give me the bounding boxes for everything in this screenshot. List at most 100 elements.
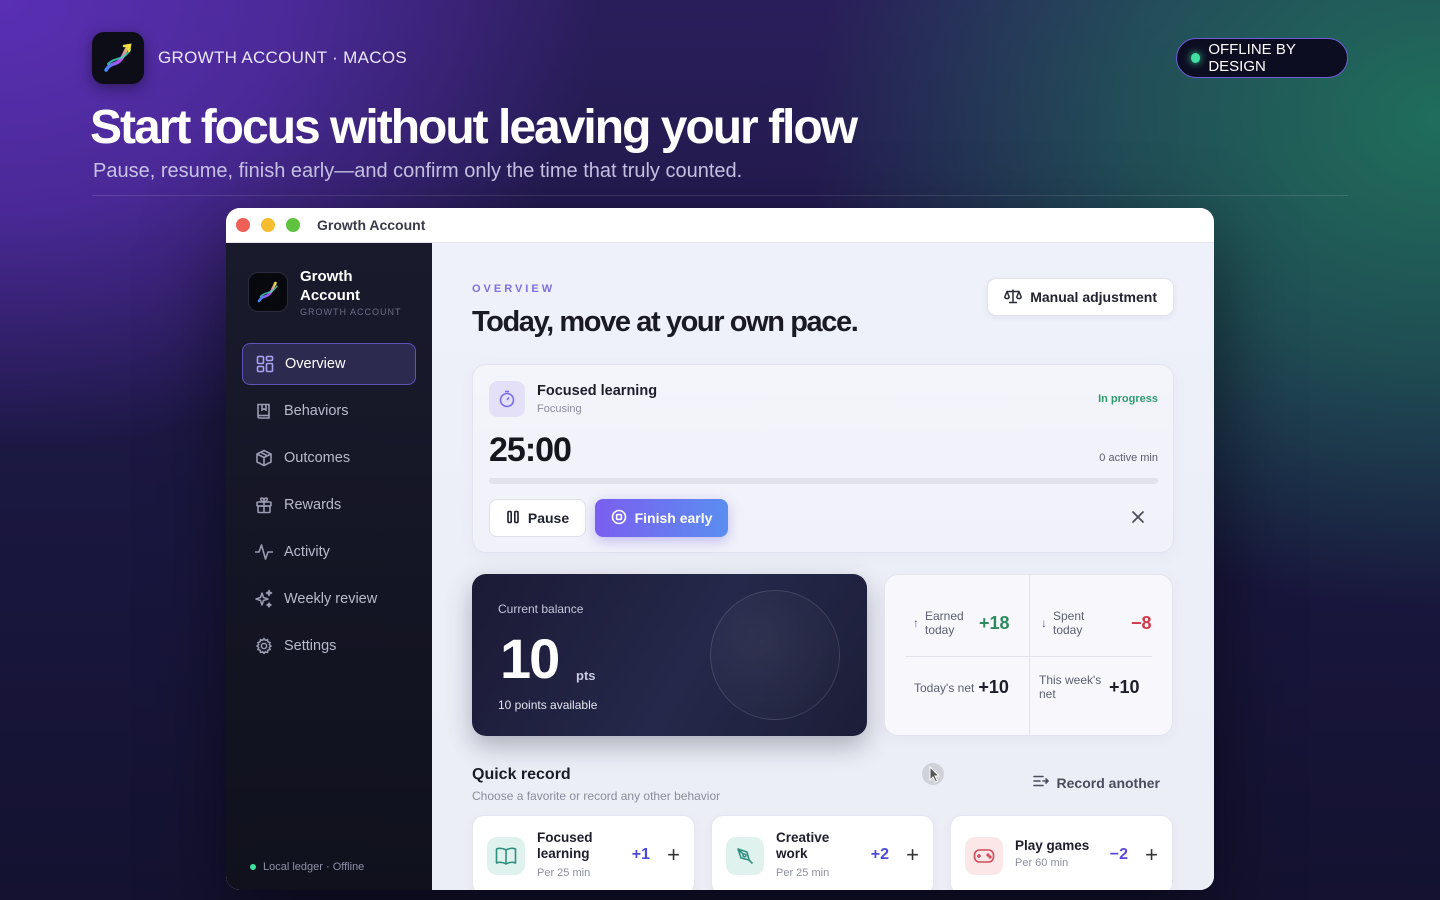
sidebar-item-outcomes[interactable]: Outcomes [242, 437, 416, 479]
main-content: OVERVIEW Today, move at your own pace. M… [432, 243, 1214, 890]
divider [92, 195, 1348, 196]
sidebar-nav: Overview Behaviors Outcomes Rewards Acti… [242, 343, 416, 672]
manual-adjustment-button[interactable]: Manual adjustment [987, 278, 1174, 316]
sidebar-brand: Growth Account GROWTH ACCOUNT [248, 267, 402, 317]
quick-record-subtitle: Choose a favorite or record any other be… [472, 789, 721, 803]
spent-today-value: −8 [1131, 612, 1152, 633]
quick-record-name: Creative work [776, 830, 830, 861]
record-another-label: Record another [1056, 774, 1160, 791]
sidebar-item-label: Behaviors [284, 403, 349, 419]
add-record-button[interactable]: + [667, 841, 680, 869]
gamepad-icon [965, 837, 1003, 875]
sidebar-item-overview[interactable]: Overview [242, 343, 416, 385]
cube-icon [254, 448, 274, 468]
quick-record-card[interactable]: Focused learning Per 25 min +1 + [472, 815, 695, 890]
sidebar-footer: Local ledger · Offline [250, 861, 364, 873]
pause-button[interactable]: Pause [489, 499, 586, 537]
scale-icon [1004, 288, 1023, 307]
focus-progress-bar [489, 478, 1158, 484]
zoom-window-button[interactable] [286, 218, 300, 232]
focus-title: Focused learning [537, 383, 658, 399]
window-titlebar: Growth Account [226, 208, 1214, 243]
quick-record-card[interactable]: Creative work Per 25 min +2 + [711, 815, 934, 890]
timer-icon [489, 381, 525, 417]
hero-title: Start focus without leaving your flow [90, 101, 858, 154]
pen-tool-icon [726, 837, 764, 875]
todays-net-value: +10 [978, 677, 1009, 697]
todays-net-label: Today's net [914, 680, 975, 695]
spent-today-stat: ↓ Spent today −8 [1041, 609, 1152, 637]
divider [1029, 575, 1030, 735]
decorative-circle [710, 590, 840, 720]
finish-early-label: Finish early [634, 510, 713, 526]
minimize-window-button[interactable] [261, 218, 275, 232]
quick-record-list: Focused learning Per 25 min +1 + Creativ… [472, 815, 1174, 890]
balance-value: 10 [500, 627, 560, 690]
weekly-net-label: This week's net [1039, 673, 1102, 701]
book-open-icon [487, 837, 525, 875]
sidebar-brand-caption: GROWTH ACCOUNT [300, 307, 402, 317]
focus-subtitle: Focusing [537, 403, 582, 415]
focus-session-card: Focused learning Focusing In progress 25… [472, 364, 1174, 553]
pause-icon [506, 510, 520, 527]
close-icon[interactable] [1131, 508, 1145, 528]
status-dot [250, 864, 256, 870]
mouse-cursor-icon [922, 762, 944, 791]
balance-card: Current balance 10 pts 10 points availab… [472, 574, 867, 736]
balance-note: 10 points available [498, 698, 598, 712]
sparkles-icon [254, 589, 274, 609]
stop-circle-icon [611, 509, 627, 528]
sidebar-item-label: Activity [284, 544, 330, 560]
sidebar-item-rewards[interactable]: Rewards [242, 484, 416, 526]
finish-early-button[interactable]: Finish early [595, 499, 728, 537]
weekly-net-stat: This week's net +10 [1039, 673, 1140, 701]
brand-text: GROWTH ACCOUNT · MACOS [158, 48, 408, 67]
status-dot [1191, 53, 1201, 63]
sidebar-item-weekly-review[interactable]: Weekly review [242, 578, 416, 620]
record-another-button[interactable]: Record another [1032, 774, 1160, 791]
weekly-net-value: +10 [1109, 676, 1140, 697]
add-record-button[interactable]: + [906, 841, 919, 869]
earned-today-label: Earned today [925, 609, 964, 637]
list-plus-icon [1032, 774, 1049, 791]
sidebar-item-activity[interactable]: Activity [242, 531, 416, 573]
quick-record-title: Quick record [472, 766, 571, 783]
earned-today-value: +18 [979, 612, 1010, 633]
app-window: Growth Account Growth Account GROWTH ACC… [226, 208, 1214, 890]
quick-record-card[interactable]: Play games Per 60 min −2 + [950, 815, 1173, 890]
pause-label: Pause [527, 510, 570, 526]
sidebar: Growth Account GROWTH ACCOUNT Overview B… [226, 243, 432, 890]
balance-unit: pts [576, 668, 596, 683]
window-title: Growth Account [317, 217, 426, 233]
sidebar-logo-icon [248, 272, 288, 312]
quick-record-points: +1 [631, 846, 650, 863]
offline-badge: OFFLINE BY DESIGN [1176, 38, 1348, 78]
quick-record-name: Focused learning [537, 830, 593, 861]
focus-timer: 25:00 [489, 431, 572, 469]
todays-net-stat: Today's net +10 [914, 677, 1009, 698]
sidebar-item-label: Overview [285, 356, 346, 372]
top-bar: GROWTH ACCOUNT · MACOS OFFLINE BY DESIGN [92, 32, 1348, 84]
app-logo-icon [104, 43, 132, 72]
sidebar-item-label: Outcomes [284, 450, 351, 466]
pulse-icon [254, 542, 274, 562]
quick-record-meta: Per 25 min [776, 867, 830, 879]
close-window-button[interactable] [236, 218, 250, 232]
gift-icon [254, 495, 274, 515]
sidebar-item-settings[interactable]: Settings [242, 625, 416, 667]
section-eyebrow: OVERVIEW [472, 283, 556, 295]
add-record-button[interactable]: + [1145, 841, 1158, 869]
grid-icon [255, 354, 275, 374]
app-logo [92, 32, 144, 84]
quick-record-meta: Per 25 min [537, 867, 591, 879]
spent-today-label: Spent today [1053, 609, 1085, 637]
sidebar-item-label: Weekly review [284, 591, 378, 607]
quick-record-name: Play games [1015, 838, 1090, 853]
balance-label: Current balance [498, 602, 584, 616]
quick-record-points: −2 [1109, 846, 1128, 863]
earned-today-stat: ↑ Earned today +18 [913, 609, 1010, 637]
quick-record-meta: Per 60 min [1015, 857, 1069, 869]
manual-adjustment-label: Manual adjustment [1030, 289, 1157, 305]
focus-active-minutes: 0 active min [1099, 452, 1158, 464]
sidebar-item-behaviors[interactable]: Behaviors [242, 390, 416, 432]
